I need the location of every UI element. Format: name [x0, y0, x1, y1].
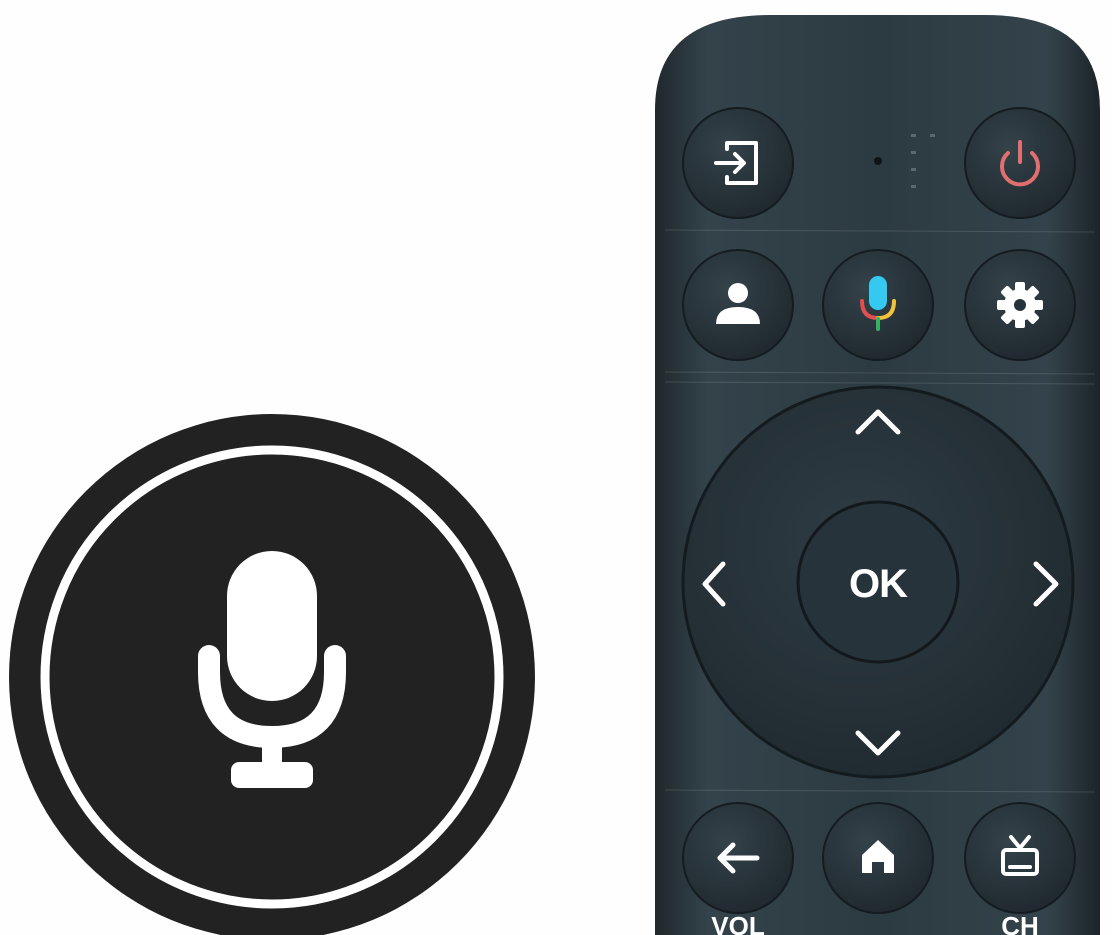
ok-button[interactable]: OK [796, 500, 960, 664]
settings-button[interactable] [964, 249, 1076, 361]
product-photo: OK VOL CH [0, 0, 1112, 935]
settings-gear-icon [997, 282, 1043, 328]
back-button[interactable] [682, 802, 794, 914]
dpad: OK [681, 385, 1075, 779]
remote-control: OK VOL CH [655, 15, 1100, 935]
vol-label: VOL [711, 911, 765, 935]
ok-label: OK [849, 562, 908, 606]
profile-button[interactable] [682, 249, 794, 361]
assistant-button[interactable] [822, 249, 934, 361]
power-button[interactable] [964, 107, 1076, 219]
ch-label: CH [1001, 911, 1039, 935]
scene-svg: OK VOL CH [9, 15, 1100, 935]
microphone-emblem [9, 414, 535, 935]
input-button[interactable] [682, 107, 794, 219]
live-tv-button[interactable] [964, 802, 1076, 914]
home-button[interactable] [822, 802, 934, 914]
